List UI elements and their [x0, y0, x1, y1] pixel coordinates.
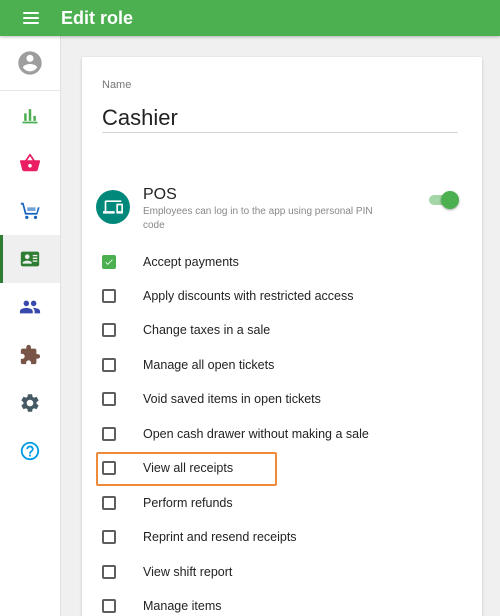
sidebar-item-settings[interactable] [0, 379, 60, 427]
permission-label: Reprint and resend receipts [143, 530, 297, 544]
sidebar-item-account[interactable] [0, 36, 60, 91]
pos-access-toggle[interactable] [427, 191, 459, 209]
bar-chart-icon [22, 109, 38, 124]
pos-section-title: POS [143, 186, 177, 203]
account-circle-icon [18, 51, 42, 75]
role-name-input[interactable] [102, 103, 458, 133]
sidebar [0, 36, 61, 616]
check-icon [105, 259, 113, 265]
permission-label: Perform refunds [143, 496, 233, 510]
people-icon [19, 300, 41, 314]
gear-icon [21, 394, 39, 412]
page-title: Edit role [61, 7, 134, 28]
permission-label: Change taxes in a sale [143, 323, 271, 337]
checkbox[interactable] [102, 427, 116, 441]
permission-apply-discounts[interactable]: Apply discounts with restricted access [102, 286, 462, 306]
checkbox-checked[interactable] [102, 255, 116, 269]
sidebar-item-integrations[interactable] [0, 331, 60, 379]
sidebar-item-reports[interactable] [0, 91, 60, 139]
permission-perform-refunds[interactable]: Perform refunds [102, 493, 462, 513]
employee-badge-icon [20, 251, 40, 267]
checkbox[interactable] [102, 392, 116, 406]
checkbox[interactable] [102, 289, 116, 303]
permission-accept-payments[interactable]: Accept payments [102, 252, 462, 272]
permission-label: Manage items [143, 599, 222, 613]
hamburger-menu-icon[interactable] [23, 12, 39, 24]
checkbox[interactable] [102, 461, 116, 475]
checkbox[interactable] [102, 496, 116, 510]
checkbox[interactable] [102, 599, 116, 613]
permission-open-cash-drawer[interactable]: Open cash drawer without making a sale [102, 424, 462, 444]
help-icon [20, 441, 40, 461]
permission-change-taxes[interactable]: Change taxes in a sale [102, 320, 462, 340]
permission-label: Open cash drawer without making a sale [143, 427, 369, 441]
basket-icon [19, 153, 41, 172]
top-app-bar: Edit role [0, 0, 500, 36]
sidebar-item-items[interactable] [0, 139, 60, 187]
permission-view-all-receipts[interactable]: View all receipts [102, 458, 462, 478]
toggle-thumb [441, 191, 459, 209]
pos-section-description: Employees can log in to the app using pe… [143, 206, 373, 231]
permission-view-shift-report[interactable]: View shift report [102, 562, 462, 582]
permission-label: View all receipts [143, 461, 234, 475]
pos-devices-icon [96, 190, 130, 224]
checkbox[interactable] [102, 358, 116, 372]
permission-manage-open-tickets[interactable]: Manage all open tickets [102, 355, 462, 375]
permission-void-saved-items[interactable]: Void saved items in open tickets [102, 389, 462, 409]
checkbox[interactable] [102, 530, 116, 544]
sidebar-item-customers[interactable] [0, 283, 60, 331]
permission-reprint-receipts[interactable]: Reprint and resend receipts [102, 527, 462, 547]
edit-role-card: Name POS Employees can log in to the app… [82, 57, 482, 616]
permission-label: Apply discounts with restricted access [143, 289, 354, 303]
permission-manage-items[interactable]: Manage items [102, 596, 462, 616]
permission-label: View shift report [143, 565, 233, 579]
sidebar-item-employees[interactable] [0, 235, 60, 283]
puzzle-icon [20, 344, 41, 365]
sidebar-item-help[interactable] [0, 427, 60, 475]
checkbox[interactable] [102, 565, 116, 579]
shopping-cart-icon [20, 202, 40, 220]
permission-label: Manage all open tickets [143, 358, 275, 372]
sidebar-item-inventory[interactable] [0, 187, 60, 235]
name-label: Name [102, 79, 132, 91]
permission-label: Accept payments [143, 255, 239, 269]
checkbox[interactable] [102, 323, 116, 337]
permission-label: Void saved items in open tickets [143, 392, 321, 406]
